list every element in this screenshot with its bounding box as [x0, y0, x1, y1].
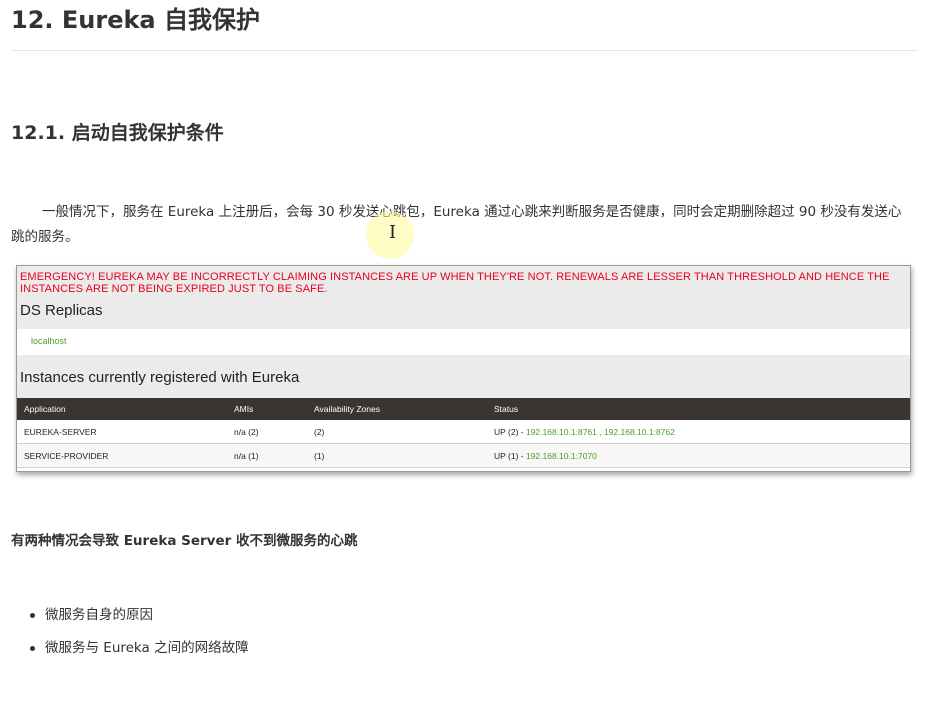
- status-text: UP (2) -: [494, 426, 526, 437]
- page-title: 12. Eureka 自我保护: [11, 6, 260, 34]
- amis-cell: n/a (2): [227, 420, 307, 444]
- eureka-dashboard-screenshot: EMERGENCY! EUREKA MAY BE INCORRECTLY CLA…: [16, 265, 911, 472]
- emphasis-line: 有两种情况会导致 Eureka Server 收不到微服务的心跳: [11, 533, 358, 549]
- column-header: Availability Zones: [307, 398, 487, 420]
- instance-links[interactable]: 192.168.10.1:7070: [526, 451, 597, 461]
- replica-row: [24, 329, 910, 355]
- instances-table: Application AMIs Availability Zones Stat…: [17, 398, 910, 468]
- list-item: 微服务与 Eureka 之间的网络故障: [11, 636, 249, 669]
- column-header: Status: [487, 398, 910, 420]
- bullet-icon: [30, 646, 35, 651]
- instances-title: Instances currently registered with Eure…: [20, 369, 300, 386]
- title-divider: [11, 50, 918, 51]
- column-header: Application: [17, 398, 227, 420]
- intro-paragraph: 一般情况下，服务在 Eureka 上注册后，会每 30 秒发送心跳包，Eurek…: [11, 204, 902, 245]
- application-cell: EUREKA-SERVER: [17, 420, 227, 444]
- table-row: SERVICE-PROVIDER n/a (1) (1) UP (1) - 19…: [17, 443, 910, 468]
- emergency-warning: EMERGENCY! EUREKA MAY BE INCORRECTLY CLA…: [20, 271, 890, 295]
- zones-cell: (2): [307, 420, 487, 444]
- amis-cell: n/a (1): [227, 443, 307, 468]
- list-item-text: 微服务自身的原因: [45, 607, 153, 623]
- table-header-row: Application AMIs Availability Zones Stat…: [17, 398, 910, 420]
- zones-cell: (1): [307, 443, 487, 468]
- status-cell: UP (1) - 192.168.10.1:7070: [487, 443, 910, 468]
- status-text: UP (1) -: [494, 450, 526, 461]
- instance-links[interactable]: 192.168.10.1:8761 , 192.168.10.1:8762: [526, 427, 675, 437]
- causes-list: 微服务自身的原因 微服务与 Eureka 之间的网络故障: [11, 603, 249, 669]
- column-header: AMIs: [227, 398, 307, 420]
- status-cell: UP (2) - 192.168.10.1:8761 , 192.168.10.…: [487, 420, 910, 444]
- section-heading: 12.1. 启动自我保护条件: [11, 122, 224, 144]
- document-page: 12. Eureka 自我保护 12.1. 启动自我保护条件 一般情况下，服务在…: [0, 0, 935, 707]
- application-cell: SERVICE-PROVIDER: [17, 443, 227, 468]
- text-cursor-icon: I: [389, 222, 397, 243]
- replica-link[interactable]: localhost: [31, 336, 67, 346]
- bullet-icon: [30, 613, 35, 618]
- ds-replicas-title: DS Replicas: [20, 302, 103, 319]
- list-item-text: 微服务与 Eureka 之间的网络故障: [45, 640, 249, 656]
- list-item: 微服务自身的原因: [11, 603, 249, 636]
- table-row: EUREKA-SERVER n/a (2) (2) UP (2) - 192.1…: [17, 420, 910, 444]
